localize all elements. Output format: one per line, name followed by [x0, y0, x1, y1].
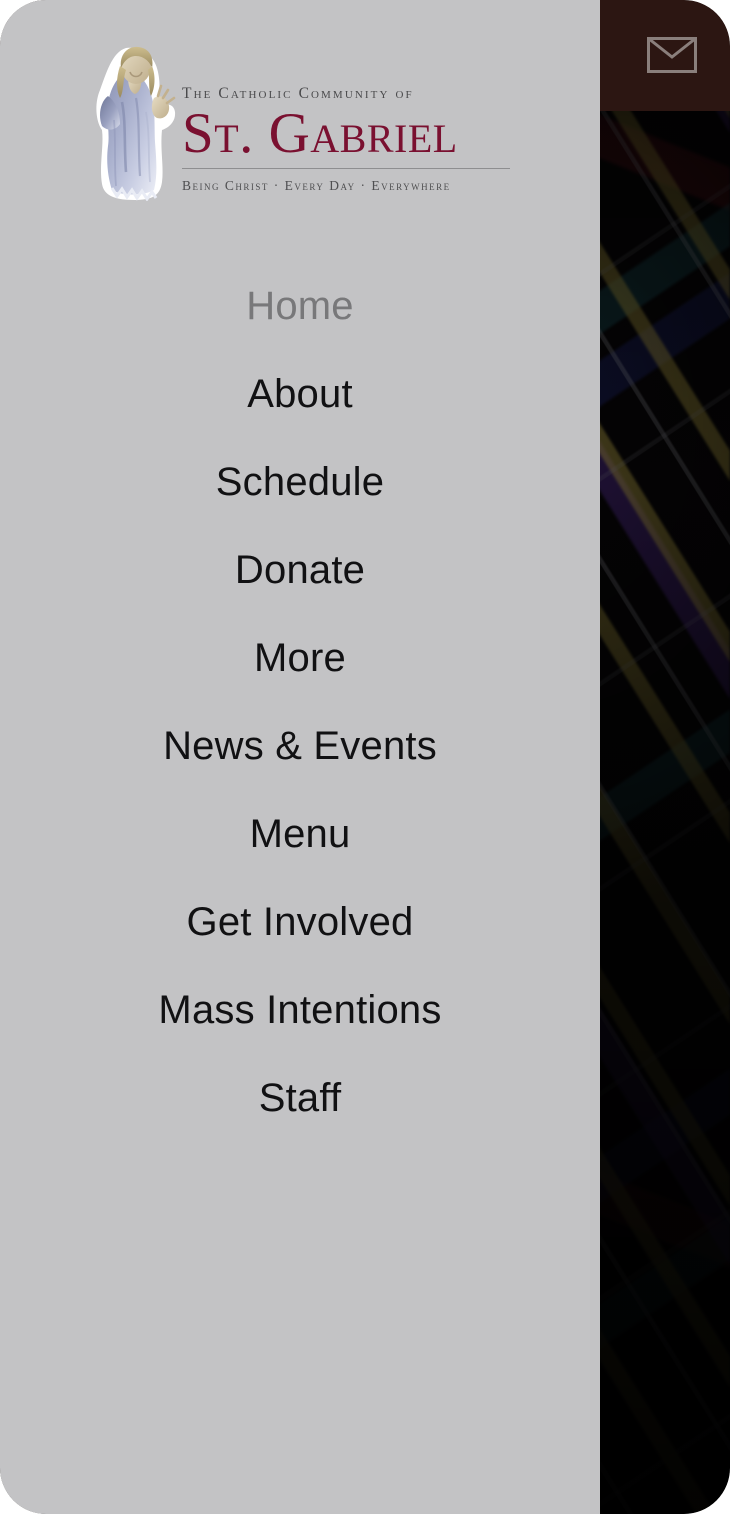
nav-item-mass-intentions[interactable]: Mass Intentions [0, 966, 600, 1054]
screenshot-viewport: The Catholic Community of St. Gabriel Be… [0, 0, 730, 1514]
navigation-menu-panel: The Catholic Community of St. Gabriel Be… [0, 0, 600, 1514]
christ-statue-icon [96, 46, 176, 201]
logo-divider-rule [182, 167, 510, 169]
envelope-icon [647, 37, 697, 73]
nav-item-schedule[interactable]: Schedule [0, 438, 600, 526]
logo-kicker-text: The Catholic Community of [182, 85, 414, 102]
nav-item-staff[interactable]: Staff [0, 1054, 600, 1142]
mobile-device-frame: The Catholic Community of St. Gabriel Be… [0, 0, 730, 1514]
nav-item-about[interactable]: About [0, 350, 600, 438]
nav-item-news-and-events[interactable]: News & Events [0, 702, 600, 790]
logo-wordmark: The Catholic Community of St. Gabriel Be… [182, 86, 514, 194]
logo-tagline-text: Being Christ · Every Day · Everywhere [182, 177, 451, 193]
site-logo[interactable]: The Catholic Community of St. Gabriel Be… [0, 42, 600, 212]
nav-item-more[interactable]: More [0, 614, 600, 702]
logo-main-text: St. Gabriel [182, 101, 458, 165]
email-icon-button[interactable] [647, 37, 697, 73]
nav-item-get-involved[interactable]: Get Involved [0, 878, 600, 966]
nav-item-home[interactable]: Home [0, 262, 600, 350]
nav-item-menu[interactable]: Menu [0, 790, 600, 878]
nav-item-donate[interactable]: Donate [0, 526, 600, 614]
main-navigation: Home About Schedule Donate More News & E… [0, 262, 600, 1142]
